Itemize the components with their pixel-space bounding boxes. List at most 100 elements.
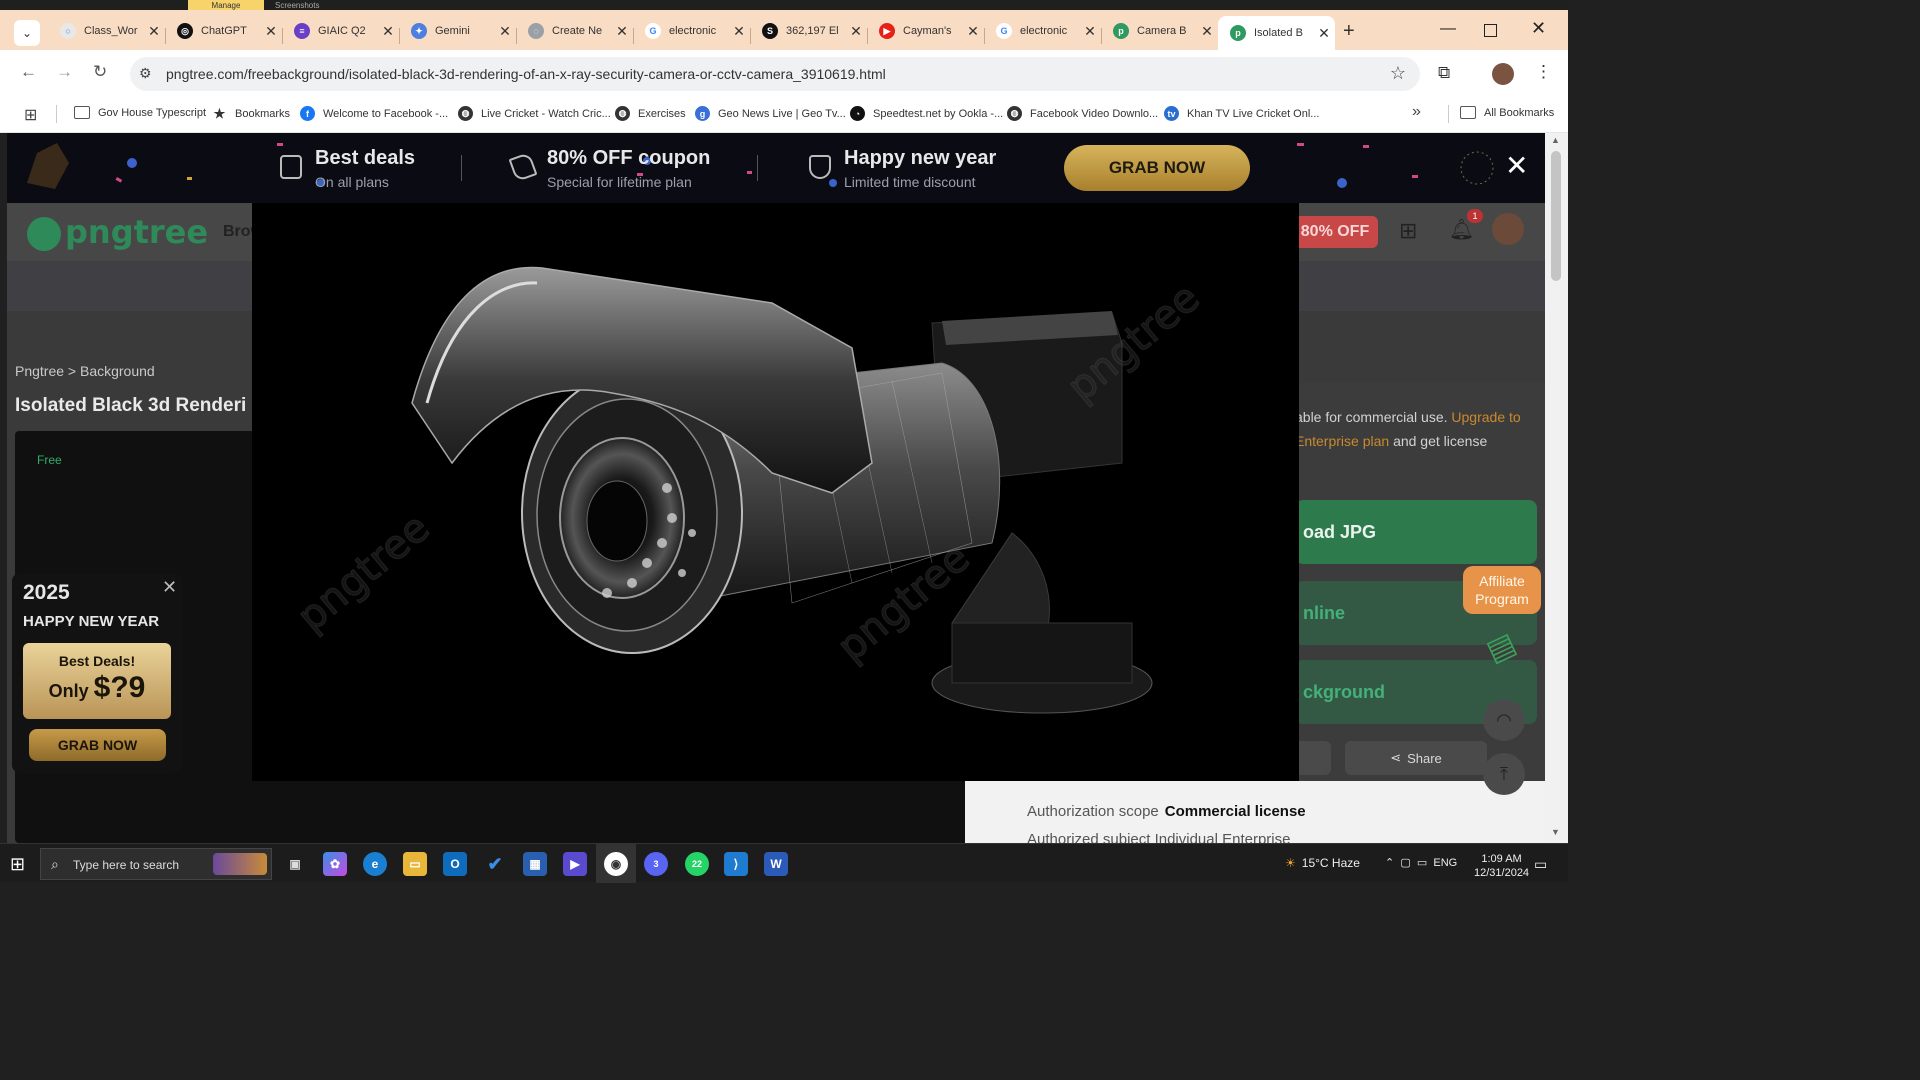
word-icon[interactable]: W <box>764 852 788 876</box>
browser-tab[interactable]: p Camera B ✕ <box>1101 16 1218 46</box>
bookmark-item[interactable]: ◍ Exercises <box>615 106 686 121</box>
chrome-profile-icon[interactable]: 3 <box>644 852 668 876</box>
media-player-icon[interactable]: ▶ <box>563 852 587 876</box>
edge-icon[interactable]: e <box>363 852 387 876</box>
close-window-icon[interactable]: ✕ <box>1531 18 1546 39</box>
reload-icon[interactable]: ↻ <box>93 62 107 82</box>
tab-close-icon[interactable]: ✕ <box>845 23 867 40</box>
download-jpg-button[interactable]: oad JPG <box>1295 500 1537 564</box>
maximize-icon[interactable] <box>1484 24 1497 37</box>
browser-tab[interactable]: ◎ ChatGPT ✕ <box>165 16 282 46</box>
browser-tab[interactable]: ≡ GIAIC Q2 ✕ <box>282 16 399 46</box>
site-info-icon[interactable]: ⚙ <box>139 65 152 82</box>
tab-close-icon[interactable]: ✕ <box>611 23 633 40</box>
promo-new-year: Happy new year Limited time discount <box>844 147 996 190</box>
close-icon[interactable]: ✕ <box>1505 149 1528 182</box>
bookmark-label: Khan TV Live Cricket Onl... <box>1187 107 1320 120</box>
language-indicator[interactable]: ENG <box>1433 857 1457 869</box>
todo-icon[interactable]: ✔ <box>483 852 507 876</box>
all-bookmarks-button[interactable]: All Bookmarks <box>1460 106 1554 119</box>
tab-close-icon[interactable]: ✕ <box>1196 23 1218 40</box>
browser-tab[interactable]: ✦ Gemini ✕ <box>399 16 516 46</box>
close-icon[interactable]: ✕ <box>162 577 177 598</box>
popup-grab-now-button[interactable]: GRAB NOW <box>29 729 166 761</box>
windows-start-icon[interactable]: ⊞ <box>10 854 25 875</box>
store-icon[interactable]: ▦ <box>523 852 547 876</box>
bookmark-item[interactable]: Gov House Typescript <box>74 106 206 119</box>
user-avatar[interactable] <box>1492 213 1524 245</box>
promo-subtitle: On all plans <box>315 174 389 190</box>
new-tab-icon[interactable]: + <box>1343 20 1355 43</box>
bookmark-item[interactable]: ★ Bookmarks <box>212 106 290 121</box>
more-bookmarks-icon[interactable]: » <box>1412 103 1421 121</box>
menu-icon[interactable]: ⋮ <box>1535 62 1552 82</box>
manage-tab[interactable]: Manage <box>188 0 264 10</box>
security-camera-image: pngtree pngtree pngtree <box>288 266 1209 714</box>
system-clock[interactable]: 1:09 AM 12/31/2024 <box>1474 852 1529 880</box>
tab-close-icon[interactable]: ✕ <box>143 23 165 40</box>
grab-now-button[interactable]: GRAB NOW <box>1064 145 1250 191</box>
back-to-top-icon[interactable]: ⤒ <box>1483 753 1525 795</box>
discount-badge[interactable]: 80% OFF <box>1292 216 1378 248</box>
bookmark-item[interactable]: ◍ Live Cricket - Watch Cric... <box>458 106 611 121</box>
browser-tab[interactable]: Gelectronic ✕ <box>984 16 1101 46</box>
tab-close-icon[interactable]: ✕ <box>260 23 282 40</box>
star-icon: ★ <box>212 105 227 121</box>
apps-grid-icon[interactable]: ⊞ <box>24 105 37 125</box>
enlarged-image-viewer[interactable]: pngtree pngtree pngtree <box>252 203 1299 781</box>
extensions-icon[interactable]: ⧉ <box>1438 63 1450 83</box>
copilot-icon[interactable]: ✿ <box>323 852 347 876</box>
address-bar[interactable]: ⚙ pngtree.com/freebackground/isolated-bl… <box>130 57 1420 91</box>
taskbar-search[interactable]: ⌕ Type here to search <box>40 848 272 880</box>
back-icon[interactable]: ← <box>20 62 37 82</box>
browser-tab[interactable]: ○ Class_Wor ✕ <box>48 16 165 46</box>
headset-icon[interactable]: ◠ <box>1483 699 1525 741</box>
forward-icon[interactable]: → <box>56 62 73 82</box>
tab-close-icon[interactable]: ✕ <box>1079 23 1101 40</box>
bookmark-item[interactable]: ◔ Speedtest.net by Ookla -... <box>850 106 1003 121</box>
chrome-icon[interactable]: ◉ <box>604 852 628 876</box>
tab-search-icon[interactable]: ⌄ <box>14 20 40 46</box>
network-icon[interactable]: ▢ <box>1400 857 1410 869</box>
tab-favicon-icon: G <box>645 23 661 39</box>
system-tray[interactable]: ⌃ ▢ ▭ ENG <box>1385 856 1457 869</box>
breadcrumb[interactable]: Pngtree > Background <box>15 363 155 379</box>
weather-widget[interactable]: ☀ 15°C Haze <box>1285 856 1360 870</box>
outlook-icon[interactable]: O <box>443 852 467 876</box>
license-text: able for commercial use. <box>1295 409 1448 425</box>
tab-close-icon[interactable]: ✕ <box>1313 25 1335 42</box>
page-scrollbar[interactable]: ▲ ▼ <box>1545 133 1568 843</box>
bookmark-item[interactable]: g Geo News Live | Geo Tv... <box>695 106 846 121</box>
deal-box: Best Deals! Only $?9 <box>23 643 171 719</box>
whatsapp-icon[interactable]: 22 <box>685 852 709 876</box>
tab-close-icon[interactable]: ✕ <box>377 23 399 40</box>
globe-icon: ◍ <box>458 106 473 121</box>
share-button[interactable]: ⋖ Share <box>1345 741 1487 775</box>
tab-close-icon[interactable]: ✕ <box>494 23 516 40</box>
browser-tab[interactable]: p Isolated B ✕ <box>1218 16 1335 50</box>
browser-tab[interactable]: S 362,197 El ✕ <box>750 16 867 46</box>
bookmark-item[interactable]: f Welcome to Facebook -... <box>300 106 448 121</box>
chevron-up-icon[interactable]: ⌃ <box>1385 857 1394 869</box>
tab-close-icon[interactable]: ✕ <box>728 23 750 40</box>
scrollbar-thumb[interactable] <box>1551 151 1561 281</box>
vscode-icon[interactable]: ⟩ <box>724 852 748 876</box>
notification-icon[interactable]: ▭ <box>1534 856 1547 873</box>
minimize-icon[interactable]: — <box>1440 20 1456 38</box>
browser-tab[interactable]: Gelectronic ✕ <box>633 16 750 46</box>
scroll-up-arrow-icon[interactable]: ▲ <box>1551 135 1560 145</box>
profile-avatar[interactable] <box>1492 63 1514 85</box>
bookmark-item[interactable]: tv Khan TV Live Cricket Onl... <box>1164 106 1319 121</box>
affiliate-program-button[interactable]: Affiliate Program <box>1463 566 1541 614</box>
tab-close-icon[interactable]: ✕ <box>962 23 984 40</box>
bookmark-star-icon[interactable]: ☆ <box>1390 63 1406 84</box>
file-explorer-icon[interactable]: ▭ <box>403 852 427 876</box>
apps-grid-icon[interactable]: ⊞ <box>1399 218 1417 244</box>
browser-tab[interactable]: ◌ Create Ne ✕ <box>516 16 633 46</box>
task-view-icon[interactable]: ▣ <box>283 852 307 876</box>
bookmark-item[interactable]: ◍ Facebook Video Downlo... <box>1007 106 1158 121</box>
browser-tab[interactable]: ▶ Cayman's ✕ <box>867 16 984 46</box>
pngtree-logo[interactable]: pngtree <box>27 213 208 251</box>
battery-icon[interactable]: ▭ <box>1417 857 1427 869</box>
scroll-down-arrow-icon[interactable]: ▼ <box>1551 827 1560 837</box>
